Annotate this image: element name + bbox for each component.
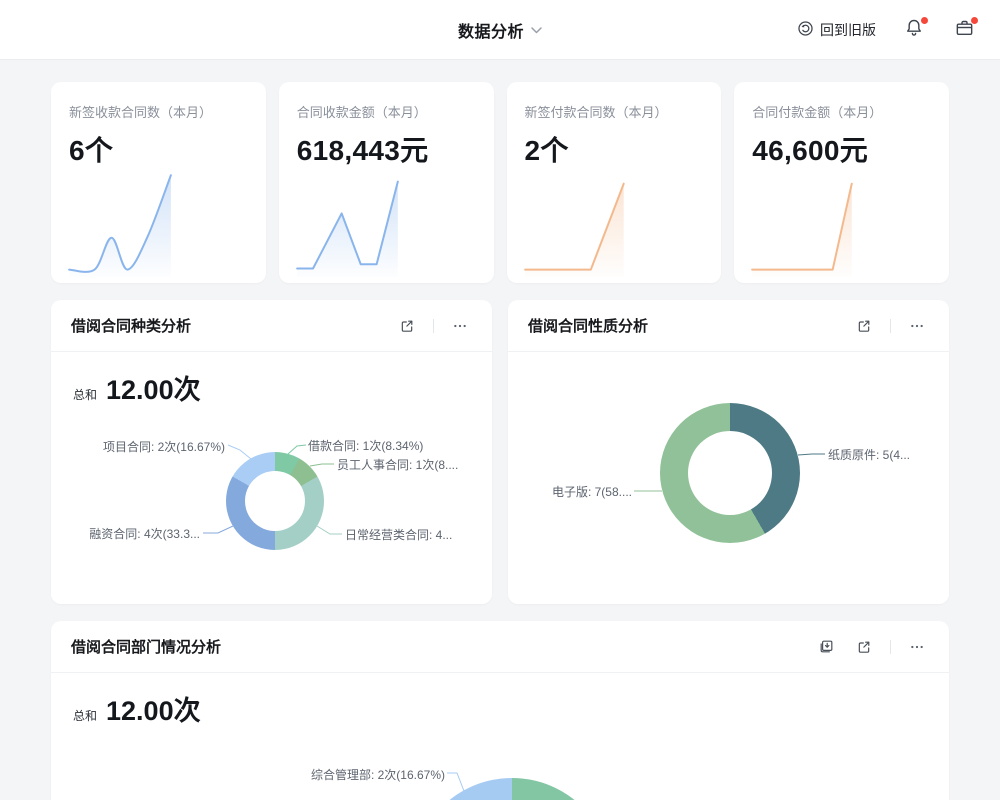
slice-label-paper-original: 纸质原件: 5(4... — [828, 446, 910, 463]
stat-label: 新签收款合同数（本月） — [69, 102, 248, 121]
card-title: 借阅合同部门情况分析 — [71, 636, 221, 657]
stat-value: 2个 — [525, 129, 704, 169]
slice-label-hr-contract: 员工人事合同: 1次(8.... — [337, 456, 458, 473]
trend-sparkline — [295, 171, 401, 277]
slice-label-daily-ops-contract: 日常经营类合同: 4... — [345, 526, 452, 543]
stat-card-new-receipt-contracts: 新签收款合同数（本月） 6个 — [51, 82, 266, 283]
sum-label: 总和 — [73, 707, 97, 724]
page-title: 数据分析 — [458, 18, 524, 42]
stat-card-payment-amount: 合同付款金额（本月） 46,600元 — [734, 82, 949, 283]
more-dots-icon[interactable] — [905, 314, 929, 338]
topbar-actions: 回到旧版 — [797, 0, 976, 60]
card-contract-nature-analysis: 借阅合同性质分析 纸质原件: 5(4... 电子版: 7(58.... — [508, 300, 949, 604]
trend-sparkline — [67, 171, 173, 277]
slice-label-project-contract: 项目合同: 2次(16.67%) — [103, 438, 225, 455]
back-link-label: 回到旧版 — [820, 20, 876, 40]
back-to-old-version-link[interactable]: 回到旧版 — [797, 20, 876, 40]
donut-hole — [688, 431, 772, 515]
card-contract-kind-analysis: 借阅合同种类分析 总和 12.00次 — [51, 300, 492, 604]
sum-value: 12.00次 — [106, 689, 201, 728]
contract-kind-donut-chart[interactable] — [226, 452, 324, 550]
trend-sparkline — [750, 171, 856, 277]
more-dots-icon[interactable] — [448, 314, 472, 338]
stat-label: 合同收款金额（本月） — [297, 102, 476, 121]
divider — [890, 319, 891, 333]
workbench-badge — [971, 17, 978, 24]
chevron-down-icon — [531, 21, 542, 39]
trend-sparkline — [523, 171, 629, 277]
stat-card-receipt-amount: 合同收款金额（本月） 618,443元 — [279, 82, 494, 283]
external-link-icon[interactable] — [395, 314, 419, 338]
stat-value: 6个 — [69, 129, 248, 169]
restore-icon — [797, 20, 814, 40]
card-department-analysis: 借阅合同部门情况分析 总和 12.0 — [51, 621, 949, 800]
external-link-icon[interactable] — [852, 314, 876, 338]
stat-label: 新签付款合同数（本月） — [525, 102, 704, 121]
notifications-button[interactable] — [902, 18, 926, 42]
stat-value: 618,443元 — [297, 129, 476, 169]
divider — [890, 640, 891, 654]
more-dots-icon[interactable] — [905, 635, 929, 659]
notification-badge — [921, 17, 928, 24]
donut-hole — [245, 471, 305, 531]
external-link-icon[interactable] — [852, 635, 876, 659]
slice-label-general-management: 综合管理部: 2次(16.67%) — [311, 766, 445, 783]
card-title: 借阅合同性质分析 — [528, 315, 648, 336]
sum-label: 总和 — [73, 386, 97, 403]
contract-nature-donut-chart[interactable] — [660, 403, 800, 543]
stat-label: 合同付款金额（本月） — [752, 102, 931, 121]
workbench-button[interactable] — [952, 18, 976, 42]
slice-label-loan-contract: 借款合同: 1次(8.34%) — [308, 437, 423, 454]
slice-label-financing-contract: 融资合同: 4次(33.3... — [89, 525, 200, 542]
stat-value: 46,600元 — [752, 129, 931, 169]
page-title-dropdown[interactable]: 数据分析 — [458, 0, 542, 60]
sum-value: 12.00次 — [106, 368, 201, 407]
stat-cards-row: 新签收款合同数（本月） 6个 合同收款金额（本月） 618,443元 新签付款合… — [51, 82, 949, 283]
card-title: 借阅合同种类分析 — [71, 315, 191, 336]
slice-label-electronic: 电子版: 7(58.... — [552, 483, 632, 500]
download-icon[interactable] — [814, 635, 838, 659]
top-bar: 数据分析 回到旧版 — [0, 0, 1000, 60]
stat-card-new-payment-contracts: 新签付款合同数（本月） 2个 — [507, 82, 722, 283]
divider — [433, 319, 434, 333]
